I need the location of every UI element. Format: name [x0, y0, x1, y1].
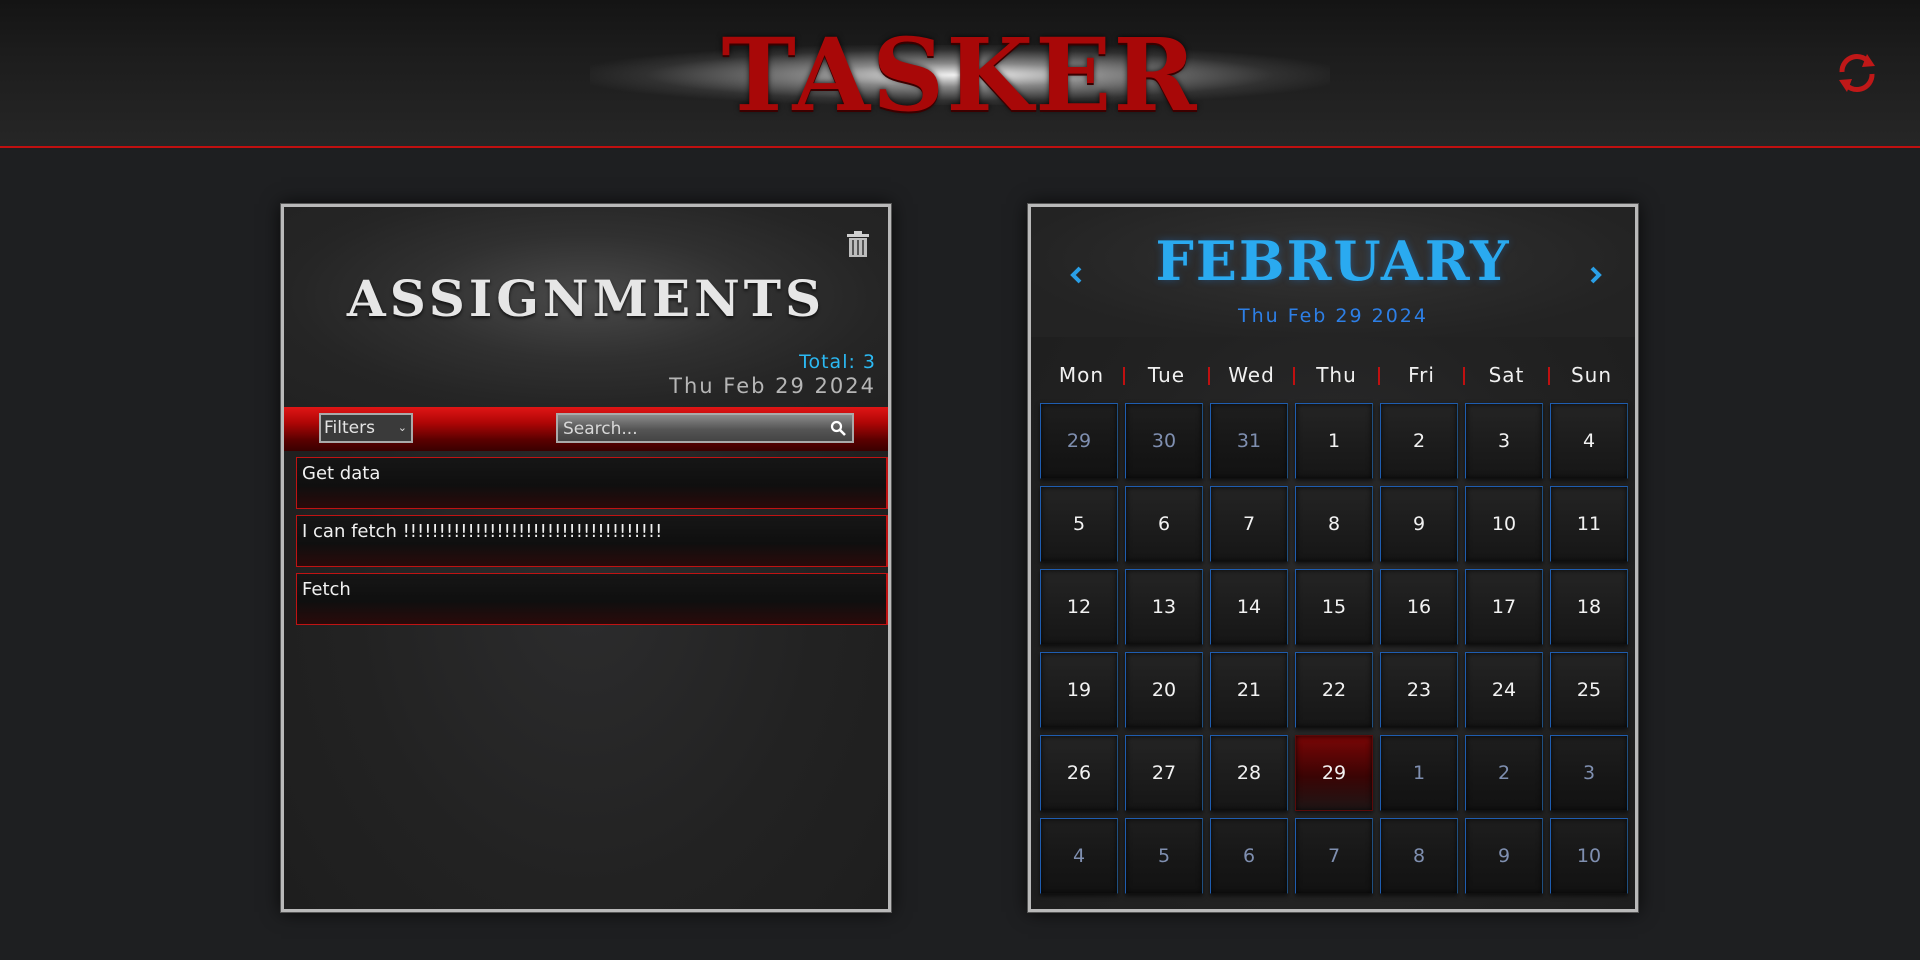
chevron-down-icon: ⌄ — [397, 421, 407, 434]
calendar-day[interactable]: 25 — [1550, 652, 1628, 728]
calendar-day[interactable]: 8 — [1295, 486, 1373, 562]
task-title: Fetch — [302, 579, 351, 600]
chevron-left-icon — [1070, 266, 1082, 284]
calendar-day[interactable]: 5 — [1040, 486, 1118, 562]
weekday-separator — [1293, 367, 1295, 385]
search-box — [556, 413, 854, 443]
calendar-day[interactable]: 1 — [1295, 403, 1373, 479]
calendar-day[interactable]: 24 — [1465, 652, 1543, 728]
weekday-label: Wed — [1228, 363, 1275, 387]
calendar-day[interactable]: 27 — [1125, 735, 1203, 811]
refresh-button[interactable] — [1834, 50, 1880, 96]
assignments-panel: ASSIGNMENTS Total: 3 Thu Feb 29 2024 Fil… — [281, 204, 891, 912]
prev-month-button[interactable] — [1065, 263, 1087, 287]
calendar-day[interactable]: 20 — [1125, 652, 1203, 728]
calendar-day[interactable]: 17 — [1465, 569, 1543, 645]
weekday-header: Mon Tue Wed Thu Fri Sat Sun — [1039, 357, 1635, 393]
calendar-day[interactable]: 13 — [1125, 569, 1203, 645]
calendar-panel: FEBRUARY Thu Feb 29 2024 Mon Tue Wed Thu Fri… — [1028, 204, 1638, 912]
calendar-day[interactable]: 14 — [1210, 569, 1288, 645]
calendar-day[interactable]: 16 — [1380, 569, 1458, 645]
month-title: FEBRUARY — [1155, 229, 1511, 293]
weekday-label: Thu — [1316, 363, 1357, 387]
calendar-day[interactable]: 22 — [1295, 652, 1373, 728]
refresh-icon — [1839, 53, 1875, 93]
filters-dropdown[interactable]: Filters ⌄ — [319, 413, 413, 443]
calendar-day[interactable]: 15 — [1295, 569, 1373, 645]
task-list: Get data I can fetch !!!!!!!!!!!!!!!!!!!… — [296, 457, 888, 631]
calendar-day[interactable]: 5 — [1125, 818, 1203, 894]
weekday-separator — [1208, 367, 1210, 385]
task-title: Get data — [302, 463, 381, 484]
assignments-total: Total: 3 — [799, 351, 876, 373]
calendar-day[interactable]: 3 — [1465, 403, 1543, 479]
calendar-day[interactable]: 2 — [1465, 735, 1543, 811]
calendar-day[interactable]: 4 — [1040, 818, 1118, 894]
delete-all-button[interactable] — [844, 231, 872, 259]
weekday-label: Sat — [1488, 363, 1525, 387]
trash-icon — [847, 231, 869, 257]
task-item[interactable]: Fetch — [296, 573, 888, 625]
search-icon[interactable] — [830, 420, 846, 436]
assignments-toolbar: Filters ⌄ — [284, 407, 888, 451]
calendar-day[interactable]: 29 — [1040, 403, 1118, 479]
calendar-day[interactable]: 19 — [1040, 652, 1118, 728]
assignments-date: Thu Feb 29 2024 — [669, 374, 876, 398]
calendar-day[interactable]: 1 — [1380, 735, 1458, 811]
calendar-day[interactable]: 9 — [1380, 486, 1458, 562]
weekday-separator — [1378, 367, 1380, 385]
calendar-day[interactable]: 31 — [1210, 403, 1288, 479]
calendar-header: FEBRUARY Thu Feb 29 2024 — [1031, 207, 1635, 337]
weekday-label: Tue — [1147, 363, 1186, 387]
weekday-label: Mon — [1058, 363, 1105, 387]
calendar-day[interactable]: 4 — [1550, 403, 1628, 479]
calendar-day[interactable]: 18 — [1550, 569, 1628, 645]
weekday-separator — [1463, 367, 1465, 385]
calendar-day[interactable]: 28 — [1210, 735, 1288, 811]
chevron-right-icon — [1590, 266, 1602, 284]
task-title: I can fetch !!!!!!!!!!!!!!!!!!!!!!!!!!!!… — [302, 521, 663, 542]
app-header: TASKER — [0, 0, 1920, 148]
weekday-label: Sun — [1570, 363, 1613, 387]
calendar-day[interactable]: 12 — [1040, 569, 1118, 645]
calendar-day[interactable]: 6 — [1210, 818, 1288, 894]
filters-label: Filters — [324, 418, 375, 438]
app-title: TASKER — [721, 16, 1199, 134]
calendar-day[interactable]: 2 — [1380, 403, 1458, 479]
calendar-day[interactable]: 11 — [1550, 486, 1628, 562]
calendar-day[interactable]: 10 — [1550, 818, 1628, 894]
task-item[interactable]: Get data — [296, 457, 888, 509]
calendar-day[interactable]: 26 — [1040, 735, 1118, 811]
weekday-separator — [1548, 367, 1550, 385]
weekday-label: Fri — [1408, 363, 1435, 387]
calendar-day[interactable]: 30 — [1125, 403, 1203, 479]
calendar-day[interactable]: 23 — [1380, 652, 1458, 728]
calendar-day[interactable]: 9 — [1465, 818, 1543, 894]
calendar-day[interactable]: 10 — [1465, 486, 1543, 562]
next-month-button[interactable] — [1585, 263, 1607, 287]
assignments-title: ASSIGNMENTS — [346, 269, 826, 328]
calendar-day[interactable]: 3 — [1550, 735, 1628, 811]
calendar-day[interactable]: 21 — [1210, 652, 1288, 728]
calendar-day-today[interactable]: 29 — [1295, 735, 1373, 811]
calendar-day[interactable]: 8 — [1380, 818, 1458, 894]
calendar-day[interactable]: 7 — [1295, 818, 1373, 894]
assignments-header: ASSIGNMENTS Total: 3 Thu Feb 29 2024 — [284, 207, 888, 407]
calendar-day[interactable]: 6 — [1125, 486, 1203, 562]
calendar-date: Thu Feb 29 2024 — [1238, 305, 1428, 327]
search-input[interactable] — [561, 416, 815, 442]
weekday-separator — [1123, 367, 1125, 385]
calendar-day[interactable]: 7 — [1210, 486, 1288, 562]
task-item[interactable]: I can fetch !!!!!!!!!!!!!!!!!!!!!!!!!!!!… — [296, 515, 888, 567]
